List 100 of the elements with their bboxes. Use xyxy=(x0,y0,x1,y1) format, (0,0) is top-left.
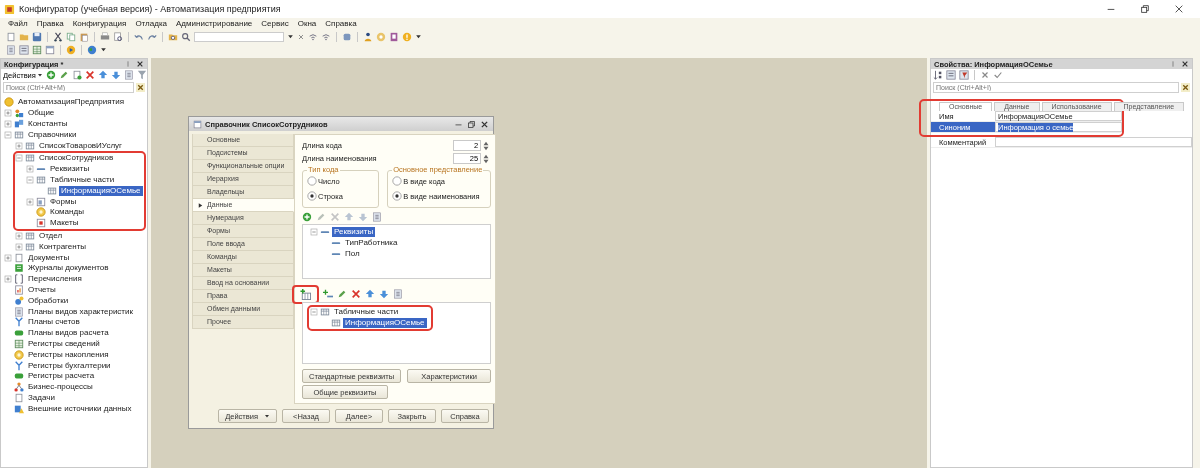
tree-item[interactable]: Планы видов расчета xyxy=(26,328,111,339)
arrow-up-icon[interactable] xyxy=(97,70,108,80)
close-icon[interactable] xyxy=(136,60,144,68)
close-icon[interactable] xyxy=(1181,60,1189,68)
page-filter-icon[interactable] xyxy=(959,70,969,80)
tree-item[interactable]: Отдел xyxy=(37,230,65,241)
close-icon[interactable] xyxy=(1174,4,1184,14)
tree-item[interactable]: Планы видов характеристик xyxy=(26,306,135,317)
tree-item[interactable]: Обработки xyxy=(26,295,71,306)
tree-item[interactable]: Контрагенты xyxy=(37,241,89,252)
collapse-icon[interactable] xyxy=(15,154,23,163)
tree-item[interactable]: Пол xyxy=(343,248,362,259)
expand-icon[interactable] xyxy=(26,197,34,206)
preview-icon[interactable] xyxy=(113,31,123,42)
expand-icon[interactable] xyxy=(26,165,34,174)
person-icon[interactable] xyxy=(363,31,373,42)
tree-item[interactable]: Регистры сведений xyxy=(26,338,102,349)
categories-icon[interactable] xyxy=(19,44,29,55)
page-icon[interactable] xyxy=(6,31,16,42)
tree-item[interactable]: Формы xyxy=(48,196,79,207)
collapse-icon[interactable] xyxy=(310,228,318,237)
expand-icon[interactable] xyxy=(4,275,12,284)
tree-item[interactable]: Табличные части xyxy=(332,307,401,318)
menu-item[interactable]: Сервис xyxy=(261,19,289,29)
check-icon[interactable] xyxy=(993,70,1003,80)
clear-icon[interactable] xyxy=(980,70,990,80)
tree-item[interactable]: Перечисления xyxy=(26,274,84,285)
scissors-icon[interactable] xyxy=(53,31,63,42)
tree-item[interactable]: Журналы документов xyxy=(26,263,111,274)
radio-button[interactable] xyxy=(307,191,317,202)
signal-icon[interactable] xyxy=(321,31,331,42)
arrow-up-icon[interactable] xyxy=(365,289,375,300)
delete-icon[interactable] xyxy=(351,289,361,300)
menu-item[interactable]: Правка xyxy=(36,19,64,29)
expand-icon[interactable] xyxy=(4,109,12,118)
pencil-icon[interactable] xyxy=(316,212,326,223)
tree-item[interactable]: Планы счетов xyxy=(26,317,82,328)
list-icon[interactable] xyxy=(6,44,16,55)
row-add-icon[interactable] xyxy=(323,289,333,300)
list-icon[interactable] xyxy=(393,289,403,300)
tree-item[interactable]: СписокСотрудников xyxy=(37,153,116,164)
menu-item[interactable]: Отладка xyxy=(135,19,167,29)
radio-button[interactable] xyxy=(392,176,403,187)
tree-item[interactable]: Команды xyxy=(48,207,86,218)
collapse-icon[interactable] xyxy=(310,308,318,317)
tree-item[interactable]: Общие xyxy=(26,108,57,119)
grid-icon[interactable] xyxy=(32,44,42,55)
page-add-icon[interactable] xyxy=(71,70,82,80)
tree-item[interactable]: Документы xyxy=(26,252,72,263)
tree-item[interactable]: Справочники xyxy=(26,129,79,140)
tree-item[interactable]: Константы xyxy=(26,119,70,129)
list-icon[interactable] xyxy=(372,212,382,223)
book-icon[interactable] xyxy=(389,31,399,42)
table-add-icon[interactable] xyxy=(300,288,311,300)
caret-icon[interactable] xyxy=(100,46,107,53)
arrow-down-icon[interactable] xyxy=(110,70,121,80)
tree-item[interactable]: Табличные части xyxy=(48,174,117,185)
expand-icon[interactable] xyxy=(4,253,12,262)
tree-item[interactable]: Бизнес-процессы xyxy=(26,382,95,393)
caret-icon[interactable] xyxy=(287,33,294,40)
restore-icon[interactable] xyxy=(467,119,476,129)
tree-item[interactable]: Внешние источники данных xyxy=(26,403,134,414)
tree-item[interactable]: ИнформацияОСемье xyxy=(59,185,143,196)
tree-item[interactable]: Макеты xyxy=(48,218,81,229)
sort-icon[interactable] xyxy=(933,70,943,80)
tree-item[interactable]: Реквизиты xyxy=(48,164,92,175)
expand-icon[interactable] xyxy=(15,231,23,240)
clear-icon[interactable] xyxy=(136,83,145,92)
clipboard-icon[interactable] xyxy=(79,31,89,42)
radio-button[interactable] xyxy=(307,176,317,187)
play-icon[interactable] xyxy=(66,44,76,55)
tree-item[interactable]: ТипРаботника xyxy=(343,238,400,249)
arrow-down-icon[interactable] xyxy=(379,289,389,300)
combo-field[interactable] xyxy=(194,31,284,42)
expand-icon[interactable] xyxy=(4,120,12,128)
tree-item[interactable]: Задачи xyxy=(26,392,57,403)
arrow-down-icon[interactable] xyxy=(358,212,368,223)
menu-item[interactable]: Администрирование xyxy=(176,19,253,29)
tree-item[interactable]: Регистры расчета xyxy=(26,371,97,382)
tree-item[interactable]: Регистры бухгалтерии xyxy=(26,360,113,371)
save-icon[interactable] xyxy=(32,31,42,42)
printer-icon[interactable] xyxy=(100,31,110,42)
collapse-icon[interactable] xyxy=(4,130,12,139)
tree-item[interactable]: Отчеты xyxy=(26,284,58,295)
search-icon[interactable] xyxy=(181,31,191,42)
categories-icon[interactable] xyxy=(946,70,956,80)
tree-item[interactable]: ИнформацияОСемье xyxy=(343,318,427,329)
tree-item[interactable]: СписокТоваровИУслуг xyxy=(37,140,124,151)
arrow-up-icon[interactable] xyxy=(344,212,354,223)
delete-icon[interactable] xyxy=(84,70,95,80)
clear-icon[interactable] xyxy=(1181,83,1190,92)
tree-item[interactable]: АвтоматизацияПредприятия xyxy=(16,97,127,108)
expand-icon[interactable] xyxy=(15,242,23,251)
menu-item[interactable]: Конфигурация xyxy=(72,19,127,29)
expand-icon[interactable] xyxy=(15,141,23,150)
add-icon[interactable] xyxy=(45,70,56,80)
signal-icon[interactable] xyxy=(308,31,318,42)
menu-item[interactable]: Окна xyxy=(297,19,317,29)
collapse-icon[interactable] xyxy=(26,175,34,184)
cube-icon[interactable] xyxy=(342,31,352,42)
